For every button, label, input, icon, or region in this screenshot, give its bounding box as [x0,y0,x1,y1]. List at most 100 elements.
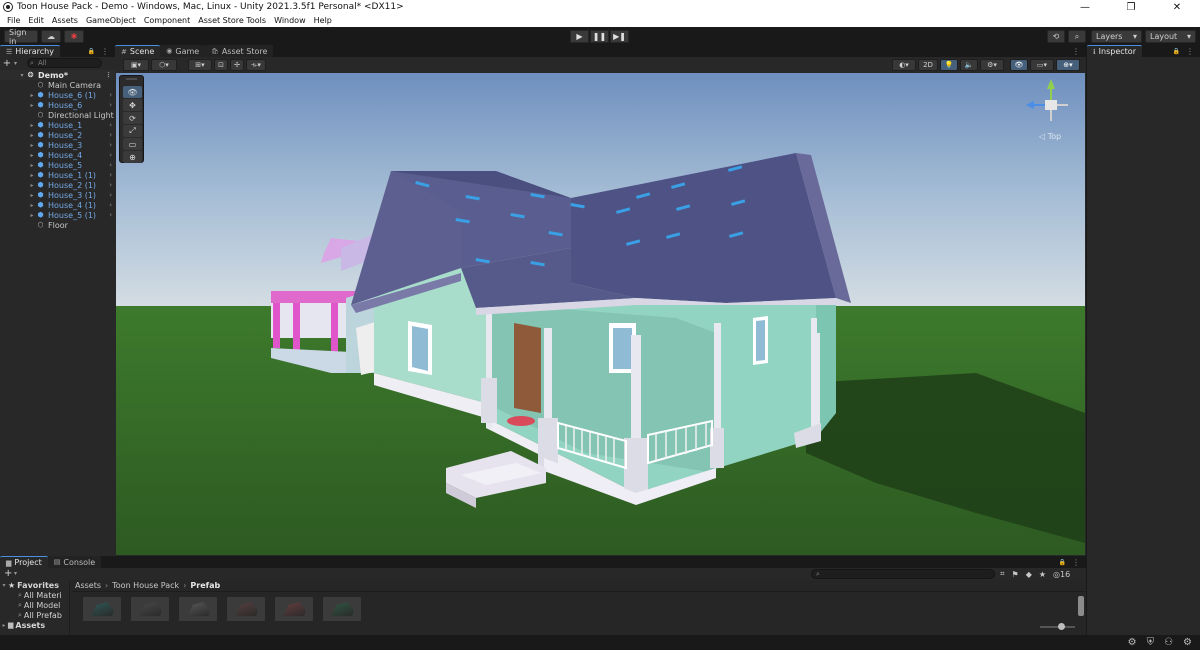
favorites-item[interactable]: ⌕ All Prefab [0,610,69,620]
add-object-button[interactable]: + [0,58,14,69]
menu-gameobject[interactable]: GameObject [82,16,140,25]
scene-root-demo[interactable]: ▾ ❂ Demo* ⋮ [0,70,115,80]
favorites-item[interactable]: ⌕ All Materi [0,590,69,600]
audio-toggle-icon[interactable]: 🔈 [960,59,978,71]
slider-knob[interactable] [1058,623,1065,630]
chevron-down-icon[interactable]: ▾ [14,60,17,67]
prefab-thumbnail[interactable] [275,597,313,621]
open-prefab-chevron-icon[interactable]: › [109,131,112,139]
open-prefab-chevron-icon[interactable]: › [109,91,112,99]
expand-arrow-icon[interactable]: ▸ [28,162,36,169]
hierarchy-item[interactable]: ▸ ⬢ House_1 (1) › [0,170,115,180]
scene-visibility-icon[interactable]: 👁 [1010,59,1028,71]
draw-mode-dropdown[interactable]: ▣▾ [123,59,149,71]
hierarchy-item[interactable]: ▸ ⬢ House_3 › [0,140,115,150]
hierarchy-item[interactable]: ⬡ Main Camera [0,80,115,90]
sign-in-button[interactable]: Sign in [4,28,38,46]
menu-assets[interactable]: Assets [48,16,82,25]
tab-hierarchy[interactable]: ☰ Hierarchy [0,45,60,57]
pause-button[interactable]: ❚❚ [590,30,609,43]
scene-viewport[interactable]: 👁 ✥ ⟳ ⤢ ▭ ⊕ ◁ Top [116,73,1085,555]
undo-history-icon[interactable]: ⟲ [1047,30,1065,43]
step-button[interactable]: ▶❚ [610,30,629,43]
hierarchy-search-input[interactable]: ⌕ All [27,58,102,68]
progress-settings-icon[interactable]: ⚙ [1183,637,1192,648]
expand-arrow-icon[interactable]: ▸ [28,92,36,99]
panel-menu-icon[interactable]: ⋮ [101,47,109,56]
lock-icon[interactable]: 🔒 [88,48,95,55]
tab-console[interactable]: ▤ Console [47,556,102,568]
expand-arrow-icon[interactable]: ▸ [28,152,36,159]
open-prefab-chevron-icon[interactable]: › [109,101,112,109]
cloud-icon[interactable]: ☁ [41,30,61,43]
prefab-thumbnail[interactable] [179,597,217,621]
tab-project[interactable]: ▆ Project [0,556,48,568]
hierarchy-item[interactable]: ▸ ⬢ House_6 (1) › [0,90,115,100]
thumbnail-size-slider[interactable] [1040,623,1075,630]
expand-arrow-icon[interactable]: ▾ [18,72,26,79]
palette-grip[interactable] [126,78,137,84]
expand-arrow-icon[interactable]: ▸ [28,102,36,109]
debug-mode-icon[interactable]: ⚙ [1128,637,1137,648]
filter-by-type-icon[interactable]: ⌗ [1000,569,1005,579]
lock-icon[interactable]: 🔒 [1173,48,1180,55]
minimize-button[interactable]: — [1062,0,1108,14]
prefab-thumbnail[interactable] [227,597,265,621]
prefab-thumbnail[interactable] [83,597,121,621]
prefab-thumbnail[interactable] [323,597,361,621]
snap-settings-dropdown[interactable]: ⟛▾ [246,59,266,71]
layout-dropdown[interactable]: Layout ▾ [1145,30,1196,43]
hierarchy-item[interactable]: ▸ ⬢ House_4 (1) › [0,200,115,210]
create-asset-button[interactable]: + [4,568,12,579]
hidden-packages-count[interactable]: ◎16 [1053,570,1070,579]
open-prefab-chevron-icon[interactable]: › [109,161,112,169]
hierarchy-item[interactable]: ▸ ⬢ House_2 (1) › [0,180,115,190]
effects-dropdown[interactable]: ⚙▾ [980,59,1004,71]
hierarchy-item[interactable]: ▸ ⬢ House_2 › [0,130,115,140]
increment-snap-icon[interactable]: ✢ [230,59,244,71]
network-icon[interactable]: ⚇ [1164,637,1173,648]
menu-edit[interactable]: Edit [24,16,48,25]
panel-menu-icon[interactable]: ⋮ [1072,47,1080,56]
hierarchy-item[interactable]: ▸ ⬢ House_5 (1) › [0,210,115,220]
panel-menu-icon[interactable]: ⋮ [1072,558,1080,567]
open-prefab-chevron-icon[interactable]: › [109,211,112,219]
rotate-tool-icon[interactable]: ⟳ [123,112,142,124]
expand-arrow-icon[interactable]: ▸ [28,132,36,139]
expand-arrow-icon[interactable]: ▸ [28,142,36,149]
close-button[interactable]: ✕ [1154,0,1200,14]
2d-toggle-button[interactable]: 2D [918,59,938,71]
tab-game[interactable]: ◉ Game [160,45,206,57]
expand-arrow-icon[interactable]: ▸ [28,202,36,209]
gizmos-dropdown[interactable]: ⊕▾ [1056,59,1080,71]
favorite-icon[interactable]: ★ [1039,570,1046,579]
hierarchy-item[interactable]: ▸ ⬢ House_3 (1) › [0,190,115,200]
open-prefab-chevron-icon[interactable]: › [109,201,112,209]
hierarchy-item[interactable]: ▸ ⬢ House_6 › [0,100,115,110]
hierarchy-item[interactable]: ▸ ⬢ House_5 › [0,160,115,170]
lighting-toggle-icon[interactable]: 💡 [940,59,958,71]
breadcrumb-prefab[interactable]: Prefab [190,581,220,590]
open-prefab-chevron-icon[interactable]: › [109,121,112,129]
expand-arrow-icon[interactable]: ▸ [28,122,36,129]
open-prefab-chevron-icon[interactable]: › [109,141,112,149]
tab-scene[interactable]: # Scene [115,45,161,57]
chevron-down-icon[interactable]: ▾ [14,570,17,577]
menu-help[interactable]: Help [310,16,336,25]
layers-dropdown[interactable]: Layers ▾ [1091,30,1142,43]
lock-icon[interactable]: 🔒 [1059,559,1066,566]
menu-component[interactable]: Component [140,16,194,25]
expand-arrow-icon[interactable]: ▸ [28,182,36,189]
open-prefab-chevron-icon[interactable]: › [109,181,112,189]
project-search-input[interactable]: ⌕ [811,569,995,579]
open-prefab-chevron-icon[interactable]: › [109,171,112,179]
hierarchy-item[interactable]: ⬡ Directional Light [0,110,115,120]
hierarchy-item[interactable]: ▸ ⬢ House_1 › [0,120,115,130]
asset-scrollbar[interactable] [1078,596,1084,616]
shading-mode-dropdown[interactable]: ◐▾ [892,59,916,71]
breadcrumb-toon-house-pack[interactable]: Toon House Pack [112,581,179,590]
save-search-icon[interactable]: ◆ [1026,570,1032,579]
play-button[interactable]: ▶ [570,30,589,43]
breadcrumb-assets[interactable]: Assets [75,581,101,590]
restore-button[interactable]: ❐ [1108,0,1154,14]
